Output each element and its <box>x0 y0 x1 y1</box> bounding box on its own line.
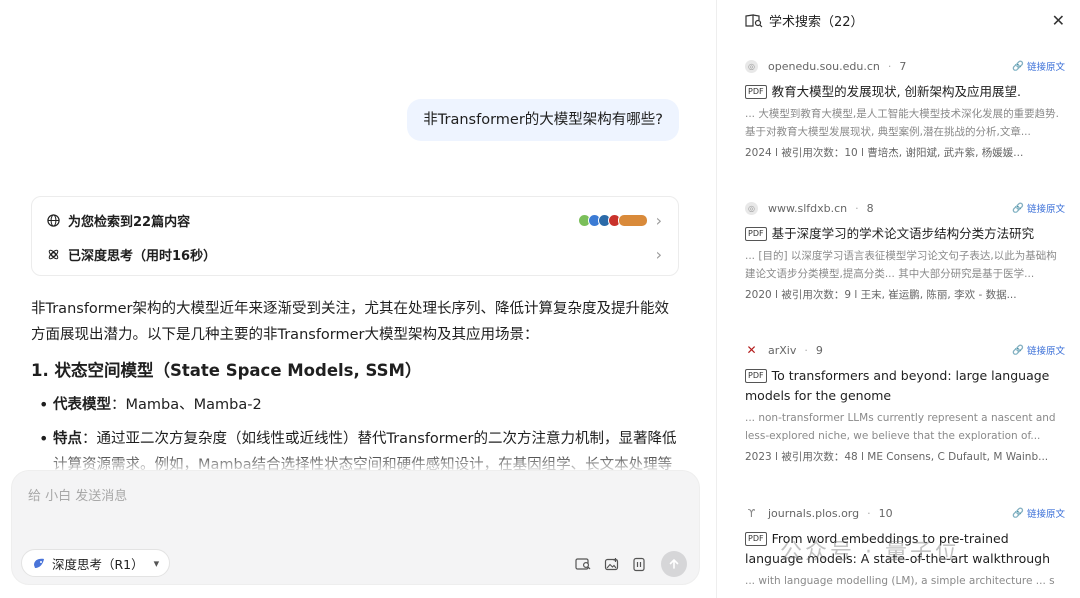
panel-title: 学术搜索（22） <box>769 14 864 30</box>
link-icon: 🔗 <box>1012 60 1024 72</box>
answer-intro: 非Transformer架构的大模型近年来逐渐受到关注，尤其在处理长序列、降低计… <box>31 301 670 343</box>
search-mode-icon[interactable] <box>573 554 593 574</box>
panel-header: 学术搜索（22） ✕ <box>717 0 1080 40</box>
result-meta: 2024 l 被引用次数：10 l 曹培杰, 谢阳斌, 武卉紫, 杨媛媛... <box>745 147 1024 159</box>
pdf-badge: PDF <box>745 369 767 383</box>
open-link-button[interactable]: 🔗 链接原文 <box>1012 59 1065 74</box>
attachment-icon[interactable] <box>629 554 649 574</box>
result-snippet: ... [目的] 以深度学习语言表征模型学习论文句子表达,以此为基础构建论文语步… <box>745 250 1057 280</box>
academic-search-icon <box>745 13 763 28</box>
open-link-button[interactable]: 🔗 链接原文 <box>1012 343 1065 358</box>
send-button[interactable] <box>661 551 687 577</box>
globe-icon <box>46 213 60 227</box>
answer-section-title: 1. 状态空间模型（State Space Models, SSM） <box>31 361 422 380</box>
favicon-icon <box>617 213 648 227</box>
result-snippet: ... non-transformer LLMs currently repre… <box>745 412 1056 442</box>
result-index: 10 <box>878 506 893 520</box>
result-snippet: ... 大模型到教育大模型,是人工智能大模型技术深化发展的重要趋势.基于对教育大… <box>745 108 1060 138</box>
thinking-summary-label: 已深度思考（用时16秒） <box>68 248 217 264</box>
thinking-row[interactable]: 已深度思考（用时16秒） › <box>46 239 662 269</box>
result-index: 9 <box>815 343 823 357</box>
arrow-up-icon <box>669 559 679 569</box>
source-favicons <box>577 213 648 227</box>
deep-think-toggle[interactable]: 深度思考（R1） ▾ <box>21 549 171 577</box>
result-domain: openedu.sou.edu.cn <box>768 59 880 73</box>
bullet-label: 代表模型 <box>53 397 111 413</box>
search-result-item[interactable]: ✕ arXiv · 9 🔗 链接原文 PDF To transformers and… <box>745 340 1065 465</box>
result-index: 8 <box>866 201 874 215</box>
result-meta: 2023 l 被引用次数：48 l ME Consens, C Dufault,… <box>745 451 1049 463</box>
chevron-right-icon: › <box>655 210 662 230</box>
deep-think-icon <box>32 556 46 570</box>
close-icon[interactable]: ✕ <box>1052 11 1065 30</box>
search-summary-label: 为您检索到22篇内容 <box>68 214 191 230</box>
pdf-badge: PDF <box>745 532 767 546</box>
plos-icon: ϒ <box>747 506 756 520</box>
site-favicon-icon: ◎ <box>745 59 758 73</box>
chevron-down-icon: ▾ <box>153 556 160 570</box>
link-icon: 🔗 <box>1012 202 1024 214</box>
search-result-item[interactable]: ◎ openedu.sou.edu.cn · 7 🔗 链接原文 PDF 教育大模型的… <box>745 56 1065 161</box>
deep-think-icon <box>46 247 60 261</box>
link-icon: 🔗 <box>1012 344 1024 356</box>
result-meta: 2020 l 被引用次数：9 l 王末, 崔运鹏, 陈丽, 李欢 - 数据... <box>745 289 1017 301</box>
result-domain: www.slfdxb.cn <box>768 201 848 215</box>
result-index: 7 <box>899 59 907 73</box>
chat-pane: 非Transformer的大模型架构有哪些? 为您检索到22篇内容 › 已深度思… <box>0 0 716 598</box>
input-toolbar <box>565 551 687 577</box>
image-upload-icon[interactable] <box>601 554 621 574</box>
site-favicon-icon: ◎ <box>745 201 758 215</box>
list-item: 代表模型：Mamba、Mamba-2 <box>31 392 681 418</box>
search-results-row[interactable]: 为您检索到22篇内容 › <box>46 205 662 235</box>
open-link-button[interactable]: 🔗 链接原文 <box>1012 201 1065 216</box>
academic-search-panel: 学术搜索（22） ✕ ◎ openedu.sou.edu.cn · 7 🔗 链接原… <box>716 0 1080 598</box>
result-title[interactable]: PDF 教育大模型的发展现状, 创新架构及应用展望. <box>745 82 1065 102</box>
link-icon: 🔗 <box>1012 507 1024 519</box>
result-snippet: ... with language modelling (LM), a simp… <box>745 575 1055 587</box>
result-domain: journals.plos.org <box>768 506 860 520</box>
arxiv-icon: ✕ <box>746 343 757 357</box>
message-input-box[interactable]: 给 小白 发送消息 深度思考（R1） ▾ <box>11 470 700 585</box>
chevron-right-icon: › <box>655 244 662 264</box>
open-link-button[interactable]: 🔗 链接原文 <box>1012 506 1065 521</box>
pdf-badge: PDF <box>745 227 767 241</box>
message-input[interactable]: 给 小白 发送消息 <box>28 485 127 504</box>
result-title[interactable]: PDF To transformers and beyond: large lan… <box>745 366 1065 406</box>
deep-think-label: 深度思考（R1） <box>52 556 144 572</box>
result-domain: arXiv <box>768 343 797 357</box>
bullet-label: 特点 <box>53 431 82 447</box>
scroll-fade <box>0 452 716 472</box>
pdf-badge: PDF <box>745 85 767 99</box>
result-title[interactable]: PDF 基于深度学习的学术论文语步结构分类方法研究 <box>745 224 1065 244</box>
watermark: 公众号 · 量子位 <box>780 540 960 565</box>
search-result-item[interactable]: ◎ www.slfdxb.cn · 8 🔗 链接原文 PDF 基于深度学习的学术论文… <box>745 198 1065 303</box>
bullet-text: ：Mamba、Mamba-2 <box>111 397 262 413</box>
user-message: 非Transformer的大模型架构有哪些? <box>407 99 679 141</box>
search-summary-card: 为您检索到22篇内容 › 已深度思考（用时16秒） › <box>31 196 679 276</box>
